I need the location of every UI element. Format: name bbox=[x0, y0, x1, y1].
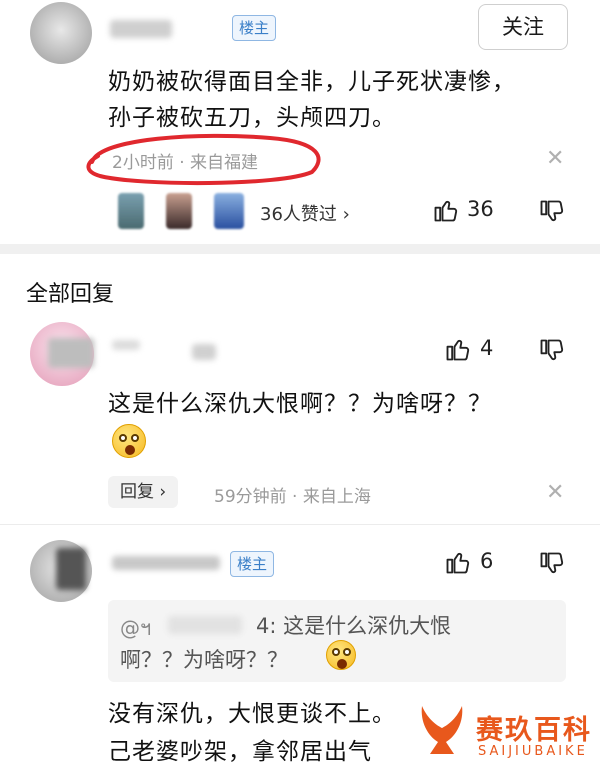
username-redacted bbox=[112, 556, 220, 570]
section-title: 全部回复 bbox=[26, 282, 115, 307]
liker-avatar[interactable] bbox=[166, 193, 192, 229]
liker-avatar[interactable] bbox=[214, 193, 244, 229]
thumbs-up-icon[interactable] bbox=[432, 196, 460, 224]
username-redacted bbox=[112, 340, 140, 350]
thumbs-down-icon[interactable] bbox=[538, 550, 566, 578]
like-count: 36 bbox=[467, 197, 494, 221]
reply-meta: 59分钟前 · 来自上海 bbox=[214, 487, 371, 507]
watermark-sub: SAIJIUBAIKE bbox=[478, 744, 588, 759]
reply-text-line1: 这是什么深仇大恨啊？？为啥呀？？ bbox=[108, 391, 492, 417]
comment-text-line1: 奶奶被砍得面目全非，儿子死状凄惨， bbox=[108, 69, 516, 95]
quoted-reply[interactable]: @ฯ 4: 这是什么深仇大恨 啊？？为啥呀？？ bbox=[108, 600, 566, 682]
quote-text-line1: 4: 这是什么深仇大恨 bbox=[256, 614, 452, 638]
thumbs-down-icon[interactable] bbox=[538, 337, 566, 365]
reply-button[interactable]: 回复 › bbox=[108, 476, 179, 508]
liker-avatar[interactable] bbox=[118, 193, 144, 229]
op-badge: 楼主 bbox=[230, 551, 275, 577]
avatar-redaction bbox=[48, 338, 94, 368]
likers-link[interactable]: 36人赞过 › bbox=[260, 200, 350, 226]
reply-text-line1: 没有深仇，大恨更谈不上。 bbox=[108, 701, 396, 727]
username-redacted bbox=[168, 616, 242, 634]
highlight-circle bbox=[86, 133, 321, 186]
avatar-redaction bbox=[56, 548, 86, 590]
thumbs-down-icon[interactable] bbox=[538, 198, 566, 226]
quote-text-line2: 啊？？为啥呀？？ bbox=[120, 648, 288, 672]
watermark-name: 赛玖百科 bbox=[476, 715, 592, 746]
surprised-emoji-icon bbox=[326, 640, 356, 670]
follow-button[interactable]: 关注 bbox=[478, 4, 568, 50]
username-redacted bbox=[192, 344, 216, 360]
op-badge: 楼主 bbox=[232, 15, 277, 41]
username-redacted bbox=[110, 20, 172, 38]
watermark-logo-icon bbox=[421, 706, 463, 754]
thumbs-up-icon[interactable] bbox=[444, 335, 472, 363]
close-icon[interactable]: ✕ bbox=[546, 146, 564, 171]
like-count: 6 bbox=[480, 549, 494, 573]
section-divider bbox=[0, 244, 600, 254]
close-icon[interactable]: ✕ bbox=[546, 480, 564, 505]
avatar[interactable] bbox=[30, 2, 92, 64]
reply-divider bbox=[0, 524, 600, 525]
surprised-emoji-icon bbox=[112, 424, 146, 458]
reply-text-line2: 己老婆吵架，拿邻居出气 bbox=[108, 739, 372, 765]
quote-mention: @ฯ bbox=[120, 616, 152, 640]
like-count: 4 bbox=[480, 336, 494, 360]
thumbs-up-icon[interactable] bbox=[444, 548, 472, 576]
